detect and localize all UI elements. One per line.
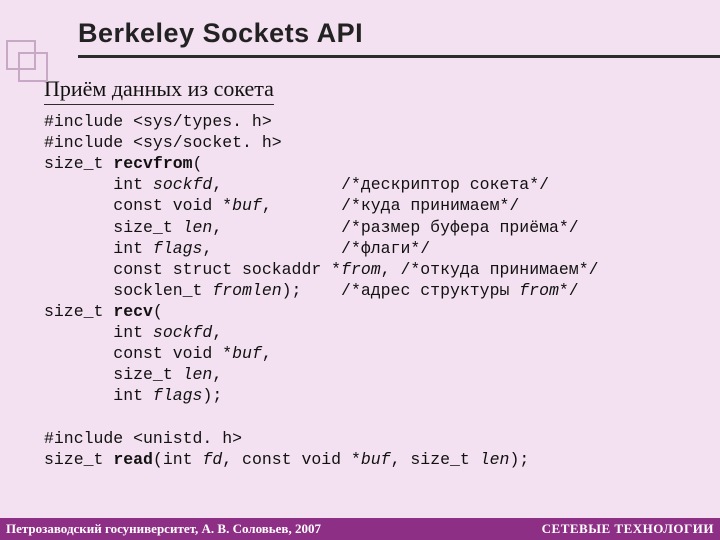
code-func: read (113, 450, 153, 469)
code-text: , (212, 365, 222, 384)
code-param: flags (153, 386, 203, 405)
code-text: size_t (44, 154, 113, 173)
code-text: ); (509, 450, 529, 469)
footer-right: СЕТЕВЫЕ ТЕХНОЛОГИИ (542, 521, 714, 537)
code-param: fromlen (212, 281, 281, 300)
code-text: (int (153, 450, 203, 469)
code-text: ); (202, 386, 222, 405)
code-param: buf (361, 450, 391, 469)
code-param: sockfd (153, 323, 212, 342)
code-text: , (262, 344, 272, 363)
code-text: size_t (44, 302, 113, 321)
code-text: int (44, 323, 153, 342)
code-text: , /*откуда принимаем*/ (381, 260, 599, 279)
code-param: buf (232, 196, 262, 215)
code-text: int (44, 386, 153, 405)
code-text: ( (193, 154, 203, 173)
code-param: fd (202, 450, 222, 469)
code-text: ); /*адрес структуры (282, 281, 520, 300)
code-param: len (480, 450, 510, 469)
code-func: recv (113, 302, 153, 321)
code-text: , (212, 323, 222, 342)
code-text: size_t (44, 218, 183, 237)
code-text: const struct sockaddr * (44, 260, 341, 279)
code-line: #include <sys/types. h> (44, 112, 272, 131)
code-text: , /*дескриптор сокета*/ (212, 175, 549, 194)
slide: Berkeley Sockets API Приём данных из сок… (0, 0, 720, 540)
code-line: #include <sys/socket. h> (44, 133, 282, 152)
code-text: , /*флаги*/ (202, 239, 430, 258)
code-text: , const void * (222, 450, 361, 469)
code-param: from (341, 260, 381, 279)
footer-left: Петрозаводский госуниверситет, А. В. Сол… (6, 521, 321, 537)
code-text: , /*размер буфера приёма*/ (212, 218, 578, 237)
code-text: */ (559, 281, 579, 300)
code-param: from (519, 281, 559, 300)
footer-bar: Петрозаводский госуниверситет, А. В. Сол… (0, 518, 720, 540)
code-text: , size_t (391, 450, 480, 469)
title-area: Berkeley Sockets API (0, 0, 720, 58)
slide-title: Berkeley Sockets API (78, 18, 720, 49)
content-area: Приём данных из сокета #include <sys/typ… (0, 58, 720, 470)
code-param: sockfd (153, 175, 212, 194)
code-block: #include <sys/types. h> #include <sys/so… (44, 111, 690, 470)
code-line: #include <unistd. h> (44, 429, 242, 448)
code-param: len (183, 218, 213, 237)
code-text: size_t (44, 450, 113, 469)
code-text: int (44, 239, 153, 258)
code-text: , /*куда принимаем*/ (262, 196, 519, 215)
code-text: const void * (44, 196, 232, 215)
section-subtitle: Приём данных из сокета (44, 76, 274, 105)
code-param: buf (232, 344, 262, 363)
code-func: recvfrom (113, 154, 192, 173)
code-text: socklen_t (44, 281, 212, 300)
code-text: ( (153, 302, 163, 321)
code-param: len (183, 365, 213, 384)
code-text: const void * (44, 344, 232, 363)
code-text: size_t (44, 365, 183, 384)
title-underline (78, 55, 720, 58)
code-text: int (44, 175, 153, 194)
code-param: flags (153, 239, 203, 258)
